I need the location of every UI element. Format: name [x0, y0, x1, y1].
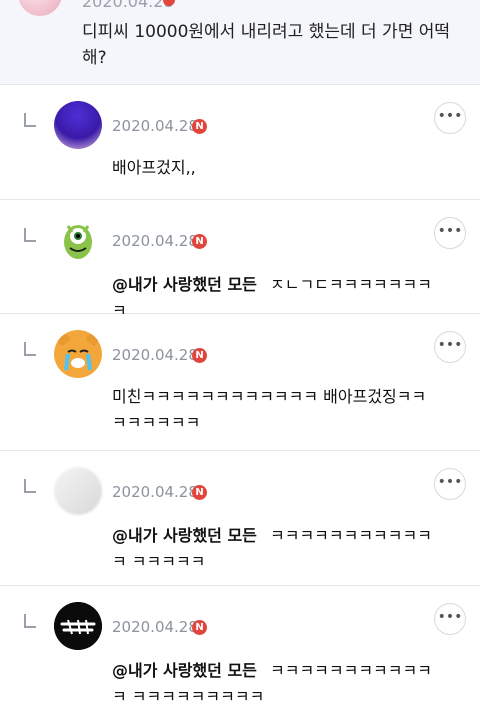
- crying-bear-face-icon: [58, 334, 98, 374]
- reply-item: 2020.04.28 N ••• 미친ㅋㅋㅋㅋㅋㅋㅋㅋㅋㅋㅋㅋ 배아프겄징ㅋㅋ …: [0, 314, 480, 451]
- space-avatar-icon[interactable]: [54, 101, 102, 149]
- reply-arrow-icon: [24, 614, 36, 628]
- new-badge: N: [192, 620, 207, 635]
- reply-arrow-icon: [24, 342, 36, 356]
- parent-comment: 2020.04.28 디피씨 10000원에서 내리려고 했는데 더 가면 어떡…: [0, 0, 480, 85]
- reply-text: @내가 사랑했던 모든 ㅋㅋㅋㅋㅋㅋㅋㅋㅋㅋㅋㅋ ㅋㅋㅋㅋㅋ: [112, 523, 442, 575]
- more-options-button[interactable]: •••: [434, 468, 466, 500]
- new-badge: N: [192, 234, 207, 249]
- reply-arrow-icon: [24, 228, 36, 242]
- reply-date: 2020.04.28: [112, 117, 198, 135]
- reply-arrow-icon: [24, 479, 36, 493]
- more-options-button[interactable]: •••: [434, 603, 466, 635]
- new-badge: N: [192, 119, 207, 134]
- ridin-logo-icon: [54, 602, 102, 650]
- new-badge: N: [192, 348, 207, 363]
- crying-bear-avatar-icon[interactable]: [54, 330, 102, 378]
- reply-text-content: 배아프겄지,,: [112, 158, 196, 177]
- mention-tag[interactable]: @내가 사랑했던 모든: [112, 526, 257, 545]
- more-options-button[interactable]: •••: [434, 217, 466, 249]
- reply-item: 2020.04.28 N ••• @내가 사랑했던 모든 ㅈㄴㄱㄷㅋㅋㅋㅋㅋㅋㅋ…: [0, 200, 480, 320]
- reply-text: @내가 사랑했던 모든 ㅋㅋㅋㅋㅋㅋㅋㅋㅋㅋㅋㅋ ㅋㅋㅋㅋㅋㅋㅋㅋㅋ: [112, 658, 442, 710]
- reply-arrow-icon: [24, 113, 36, 127]
- reply-date: 2020.04.28: [112, 232, 198, 250]
- parent-avatar[interactable]: [18, 0, 62, 16]
- reply-text: 배아프겄지,,: [112, 155, 442, 181]
- reply-date: 2020.04.28: [112, 483, 198, 501]
- monster-face-icon: [64, 225, 92, 259]
- more-options-button[interactable]: •••: [434, 102, 466, 134]
- mention-tag[interactable]: @내가 사랑했던 모든: [112, 275, 257, 294]
- new-badge: N: [192, 485, 207, 500]
- reply-item: 2020.04.28 N ••• 배아프겄지,,: [0, 85, 480, 200]
- reply-item: 2020.04.28 N ••• @내가 사랑했던 모든 ㅋㅋㅋㅋㅋㅋㅋㅋㅋㅋㅋ…: [0, 451, 480, 586]
- ridin-logo-avatar-icon[interactable]: [54, 602, 102, 650]
- reply-text: 미친ㅋㅋㅋㅋㅋㅋㅋㅋㅋㅋㅋㅋ 배아프겄징ㅋㅋ ㅋㅋㅋㅋㅋㅋ: [112, 384, 442, 436]
- more-options-button[interactable]: •••: [434, 331, 466, 363]
- reply-date: 2020.04.28: [112, 346, 198, 364]
- parent-comment-date: 2020.04.28: [82, 0, 174, 11]
- blurred-avatar-icon[interactable]: [54, 467, 102, 515]
- monster-avatar-icon[interactable]: [54, 216, 102, 264]
- reply-date: 2020.04.28: [112, 618, 198, 636]
- mention-tag[interactable]: @내가 사랑했던 모든: [112, 661, 257, 680]
- reply-item: 2020.04.28 N ••• @내가 사랑했던 모든 ㅋㅋㅋㅋㅋㅋㅋㅋㅋㅋㅋ…: [0, 586, 480, 716]
- parent-comment-text: 디피씨 10000원에서 내리려고 했는데 더 가면 어떡해?: [82, 22, 451, 68]
- reply-text-content: 미친ㅋㅋㅋㅋㅋㅋㅋㅋㅋㅋㅋㅋ 배아프겄징ㅋㅋ ㅋㅋㅋㅋㅋㅋ: [112, 387, 427, 432]
